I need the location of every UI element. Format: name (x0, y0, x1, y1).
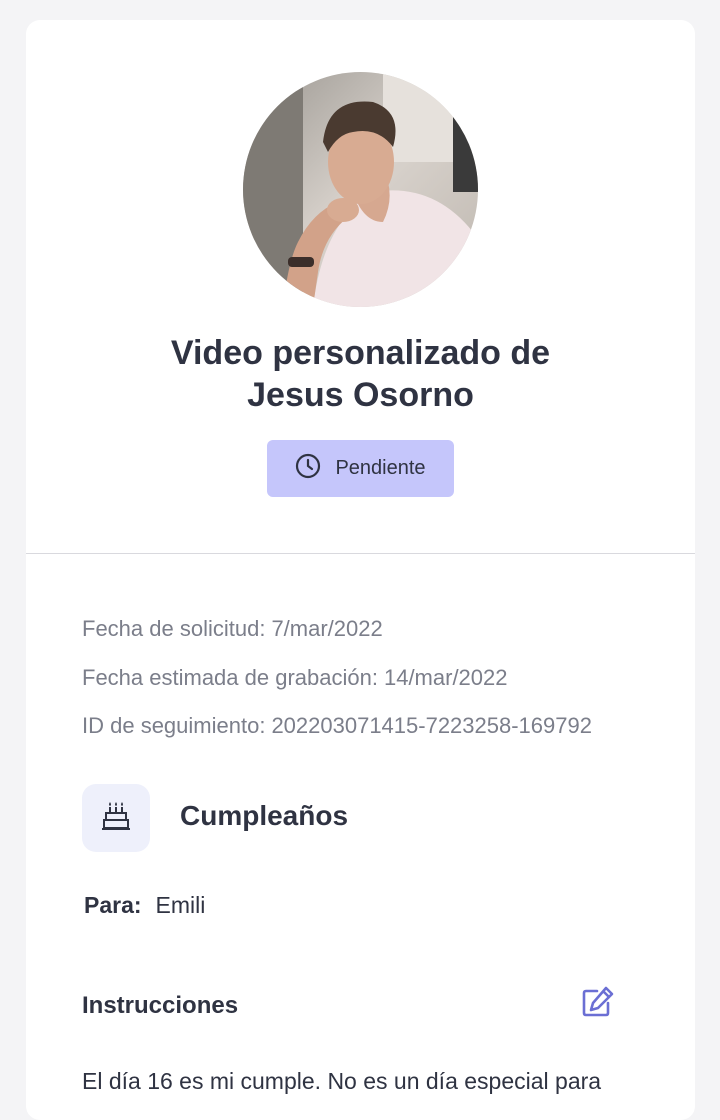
request-date-label: Fecha de solicitud: (82, 616, 266, 641)
recording-date-label: Fecha estimada de grabación: (82, 665, 378, 690)
tracking-id-value: 202203071415-7223258-169792 (271, 713, 592, 738)
edit-instructions-button[interactable] (578, 986, 618, 1022)
recipient-label: Para: (84, 892, 142, 918)
avatar (243, 72, 478, 307)
status-label: Pendiente (335, 457, 426, 479)
order-detail-card: Video personalizado de Jesus Osorno Pend… (26, 20, 695, 1120)
request-date: Fecha de solicitud: 7/mar/2022 (82, 616, 383, 642)
tracking-id: ID de seguimiento: 202203071415-7223258-1… (82, 713, 592, 739)
recipient-name: Emili (155, 892, 206, 918)
tracking-id-label: ID de seguimiento: (82, 713, 266, 738)
recording-date-value: 14/mar/2022 (383, 665, 508, 690)
occasion-title: Cumpleaños (180, 800, 349, 831)
page-title-line2: Jesus Osorno (247, 376, 474, 414)
edit-icon[interactable] (580, 985, 616, 1024)
occasion-icon-box (82, 784, 150, 852)
avatar-photo (243, 72, 478, 307)
recipient-row: Para: Emili (84, 892, 205, 919)
instructions-text: El día 16 es mi cumple. No es un día esp… (82, 1068, 602, 1094)
birthday-cake-icon (100, 800, 132, 837)
page-title-line1: Video personalizado de (170, 334, 551, 372)
status-badge: Pendiente (267, 440, 454, 497)
recording-date: Fecha estimada de grabación: 14/mar/2022 (82, 665, 508, 691)
page-title: Video personalizado de Jesus Osorno (26, 332, 695, 416)
request-date-value: 7/mar/2022 (271, 616, 383, 641)
instructions-title: Instrucciones (82, 992, 239, 1019)
clock-icon (295, 453, 321, 484)
section-divider (26, 553, 695, 554)
